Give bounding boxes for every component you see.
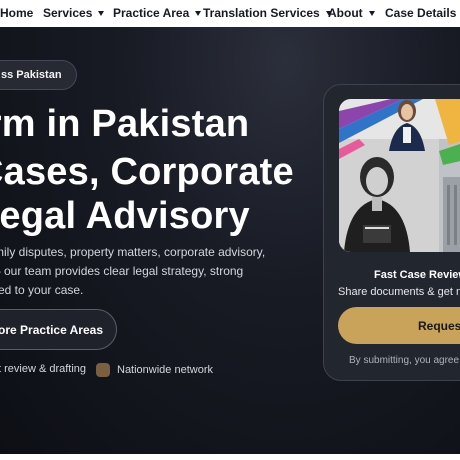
- request-review-button[interactable]: Reques: [338, 307, 460, 344]
- feature-nationwide-network-label: Nationwide network: [117, 364, 213, 376]
- hero-description-line-3: red to your case.: [0, 283, 84, 297]
- location-badge: ss Pakistan: [0, 60, 77, 90]
- nav-translation-services-label: Translation Services: [203, 6, 320, 20]
- lawyers-image: [339, 99, 460, 252]
- card-title: Fast Case Review: [374, 269, 460, 281]
- nav-home[interactable]: Home: [0, 6, 33, 20]
- feature-review-drafting: t review & drafting: [0, 363, 86, 375]
- headline-line-3: Legal Advisory: [0, 195, 250, 237]
- case-review-card: Fast Case Review Share documents & get n…: [323, 84, 460, 381]
- nav-about-label: About: [328, 6, 363, 20]
- chevron-down-icon: [368, 10, 375, 16]
- feature-bullet-icon: [96, 363, 110, 377]
- consent-note: By submitting, you agree to: [349, 355, 460, 366]
- explore-practice-areas-button[interactable]: ore Practice Areas: [0, 309, 117, 350]
- page-bottom-edge: [0, 454, 460, 460]
- nav-practice-area-label: Practice Area: [113, 6, 190, 20]
- card-subtitle: Share documents & get nex: [338, 286, 460, 298]
- feature-nationwide-network: Nationwide network: [96, 363, 213, 377]
- top-navbar: Home Services Practice Area Translation …: [0, 0, 460, 27]
- nav-practice-area[interactable]: Practice Area: [113, 6, 202, 20]
- nav-services[interactable]: Services: [43, 6, 105, 20]
- nav-about[interactable]: About: [328, 6, 375, 20]
- nav-case-details[interactable]: Case Details: [385, 6, 456, 20]
- chevron-down-icon: [195, 10, 202, 16]
- chevron-down-icon: [98, 10, 105, 16]
- headline-line-1: irm in Pakistan: [0, 103, 250, 145]
- lawyers-illustration: [339, 99, 460, 252]
- hero-description-line-2: – our team provides clear legal strategy…: [0, 264, 244, 278]
- nav-case-details-label: Case Details: [385, 6, 457, 20]
- headline-line-2: Cases, Corporate: [0, 151, 294, 193]
- hero-description-line-1: mily disputes, property matters, corpora…: [0, 245, 266, 259]
- feature-review-drafting-label: t review & drafting: [0, 363, 87, 375]
- nav-home-label: Home: [0, 6, 34, 20]
- hero-section: ss Pakistan irm in Pakistan Cases, Corpo…: [0, 27, 460, 454]
- nav-translation-services[interactable]: Translation Services: [203, 6, 332, 20]
- nav-services-label: Services: [43, 6, 93, 20]
